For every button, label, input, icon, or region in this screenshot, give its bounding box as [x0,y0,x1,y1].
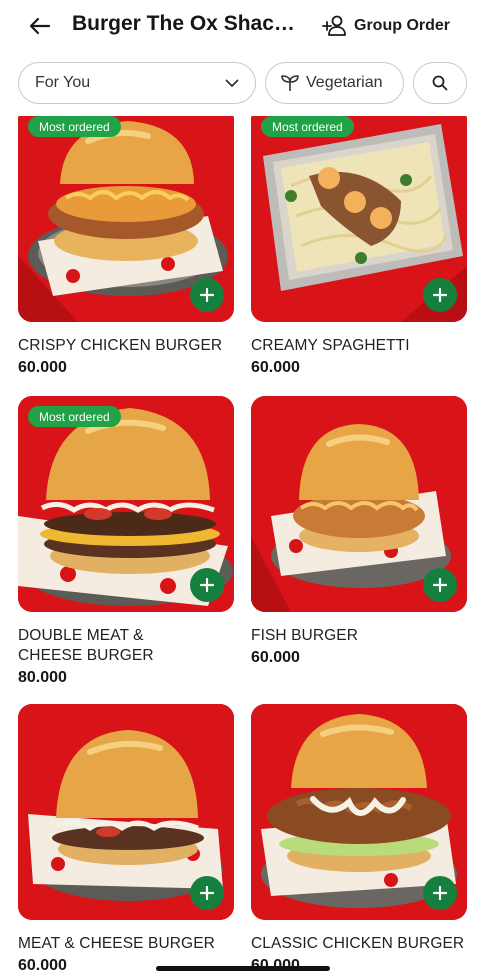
menu-item-name: CRISPY CHICKEN BURGER [18,337,223,354]
food-photo [251,396,467,612]
plus-icon [200,578,214,592]
arrow-left-icon [29,17,51,35]
add-people-icon [322,15,346,36]
menu-item-name: CLASSIC CHICKEN BURGER [251,935,465,952]
plus-icon [200,886,214,900]
add-to-cart-button[interactable] [190,278,224,312]
plus-icon [433,578,447,592]
most-ordered-badge: Most ordered [261,116,354,137]
category-dropdown-value: For You [35,74,91,91]
scroll-fade [0,106,485,116]
most-ordered-badge: Most ordered [28,116,121,137]
vegetarian-filter[interactable]: Vegetarian [265,62,404,104]
food-photo: Most ordered [18,396,234,612]
search-icon [432,75,448,91]
food-photo [251,704,467,920]
menu-grid[interactable]: Most ordered CRISPY CHICKEN BURGER 60.00… [0,116,485,980]
food-photo: Most ordered [251,116,467,322]
add-to-cart-button[interactable] [190,568,224,602]
plus-icon [200,288,214,302]
category-dropdown[interactable]: For You [18,62,256,104]
add-to-cart-button[interactable] [423,278,457,312]
leaf-icon [281,75,299,91]
food-photo: Most ordered [18,116,234,322]
menu-item-price: 60.000 [251,359,300,376]
filter-bar: For You Vegetarian [0,62,485,106]
back-button[interactable] [24,10,56,42]
page-title: Burger The Ox Shack... [72,12,300,35]
menu-item-name: MEAT & CHEESE BURGER [18,935,215,952]
most-ordered-badge: Most ordered [28,406,121,427]
menu-item-name: DOUBLE MEAT & CHEESE BURGER [18,627,154,664]
search-button[interactable] [413,62,467,104]
top-bar: Burger The Ox Shack... Group Order [0,0,485,52]
menu-item-price: 60.000 [18,359,67,376]
group-order-button[interactable]: Group Order [322,11,450,41]
plus-icon [433,886,447,900]
menu-item-price: 80.000 [18,669,67,686]
chevron-down-icon [225,79,239,87]
add-to-cart-button[interactable] [423,876,457,910]
food-photo [18,704,234,920]
menu-item-price: 60.000 [18,957,67,974]
menu-item-name: FISH BURGER [251,627,359,644]
group-order-label: Group Order [354,17,451,34]
vegetarian-filter-label: Vegetarian [306,74,383,91]
plus-icon [433,288,447,302]
add-to-cart-button[interactable] [190,876,224,910]
menu-item-price: 60.000 [251,649,300,666]
menu-item-name: CREAMY SPAGHETTI [251,337,410,354]
add-to-cart-button[interactable] [423,568,457,602]
home-indicator[interactable] [156,966,330,971]
